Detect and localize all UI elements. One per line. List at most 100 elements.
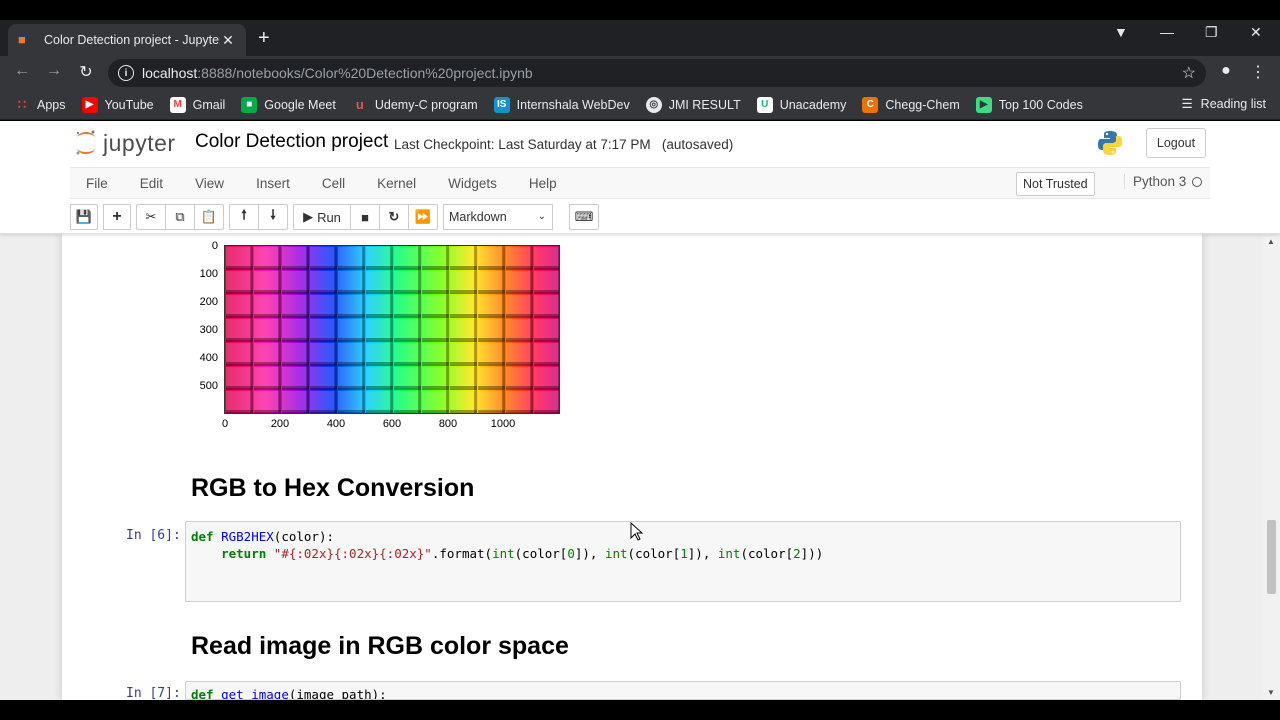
jupyter-page: jupyter Color Detection project Last Che…	[0, 121, 1280, 700]
menu-help[interactable]: Help	[513, 176, 573, 191]
code-cell-input[interactable]: def RGB2HEX(color): return "#{:02x}{:02x…	[185, 521, 1181, 602]
x-tick-label: 0	[221, 418, 229, 430]
move-down-icon[interactable]: 🠗	[258, 204, 288, 230]
top-codes-icon: ▶	[975, 96, 992, 113]
reading-list-button[interactable]: ☰ Reading list	[1181, 96, 1266, 112]
cut-icon[interactable]: ✂	[136, 204, 166, 230]
profile-icon[interactable]: ●	[1216, 62, 1236, 80]
youtube-icon: ▶	[81, 96, 98, 113]
x-tick-label: 800	[438, 418, 458, 430]
bookmark-youtube[interactable]: ▶ YouTube	[81, 96, 154, 113]
y-tick-label: 200	[199, 296, 218, 308]
tab-title: Color Detection project - Jupyter	[44, 33, 220, 47]
output-image	[224, 245, 560, 414]
scrollbar-thumb[interactable]	[1267, 520, 1276, 594]
bookmark-top-codes[interactable]: ▶ Top 100 Codes	[975, 96, 1083, 113]
fast-forward-icon[interactable]: ⏩	[408, 204, 438, 230]
y-tick-label: 400	[199, 352, 218, 364]
page-scrollbar[interactable]: ▲ ▼	[1263, 234, 1280, 700]
restart-icon[interactable]: ↻	[379, 204, 409, 230]
jupyter-logo-icon	[76, 130, 95, 155]
bookmarks-bar: ∷ Apps ▶ YouTube M Gmail ■ Google Meet u Udem…	[0, 90, 1280, 120]
x-tick-label: 1000	[490, 418, 516, 430]
restore-icon[interactable]: ❐	[1205, 24, 1218, 41]
run-button[interactable]: ▶ Run	[293, 204, 351, 230]
window-titlebar	[0, 0, 1280, 20]
jupyter-wordmark: jupyter	[103, 129, 176, 156]
close-window-icon[interactable]: ✕	[1250, 24, 1262, 41]
minimize-icon[interactable]: —	[1160, 24, 1174, 40]
internshala-icon: IS	[493, 96, 510, 113]
x-tick-label: 200	[270, 418, 290, 430]
close-tab-icon[interactable]: ✕	[220, 32, 236, 49]
scroll-down-icon[interactable]: ▼	[1267, 688, 1275, 697]
x-tick-label: 600	[382, 418, 402, 430]
forward-icon[interactable]: →	[44, 62, 64, 80]
play-icon: ▶	[303, 209, 314, 224]
stop-icon[interactable]: ■	[350, 204, 380, 230]
reload-icon[interactable]: ↻	[76, 62, 96, 82]
jupyter-header: jupyter Color Detection project Last Che…	[0, 121, 1280, 234]
paste-icon[interactable]: 📋	[194, 204, 224, 230]
tab-strip: ■ Color Detection project - Jupyter ✕	[0, 20, 1280, 56]
markdown-heading[interactable]: Read image in RGB color space	[191, 632, 569, 661]
browser-menu-icon[interactable]: ⋮	[1248, 62, 1268, 82]
x-tick-label: 400	[326, 418, 346, 430]
menu-edit[interactable]: Edit	[124, 176, 179, 191]
mouse-cursor-icon	[630, 522, 644, 541]
notebook-toolbar: 💾 + ✂ ⧉ 📋 🠕 🠗 ▶ Run ■ ↻ ⏩ Markdown ⌄ ⌨	[70, 203, 604, 231]
menu-widgets[interactable]: Widgets	[432, 176, 513, 191]
menu-view[interactable]: View	[179, 176, 240, 191]
kernel-indicator: Python 3	[1124, 174, 1203, 189]
cell-prompt: In [7]:	[126, 686, 181, 701]
bookmark-internshala[interactable]: IS Internshala WebDev	[493, 96, 630, 113]
reading-list-icon: ☰	[1181, 97, 1193, 111]
bookmark-gmail[interactable]: M Gmail	[169, 96, 225, 113]
insert-cell-icon[interactable]: +	[103, 204, 131, 230]
back-icon[interactable]: ←	[12, 62, 32, 80]
trust-status-button[interactable]: Not Trusted	[1016, 172, 1095, 196]
jupyter-favicon-icon: ■	[18, 32, 26, 47]
move-up-icon[interactable]: 🠕	[229, 204, 259, 230]
bookmark-udemy[interactable]: u Udemy-C program	[352, 97, 478, 113]
menu-kernel[interactable]: Kernel	[361, 176, 432, 191]
y-tick-label: 100	[199, 268, 218, 280]
keyboard-shortcuts-icon[interactable]: ⌨	[569, 204, 599, 230]
window-bottom-bar	[0, 700, 1280, 720]
menu-insert[interactable]: Insert	[240, 176, 306, 191]
chevron-down-icon: ⌄	[537, 211, 546, 222]
bookmark-apps[interactable]: ∷ Apps	[14, 97, 66, 113]
code-cell-input[interactable]: def get_image(image_path):	[185, 681, 1181, 700]
unacademy-icon: U	[756, 96, 773, 113]
gmail-icon: M	[169, 96, 186, 113]
markdown-heading[interactable]: RGB to Hex Conversion	[191, 474, 474, 503]
site-info-icon[interactable]: i	[118, 65, 134, 81]
bookmark-google-meet[interactable]: ■ Google Meet	[241, 96, 336, 113]
apps-grid-icon: ∷	[17, 96, 27, 112]
bookmark-jmi-result[interactable]: ◎ JMI RESULT	[645, 96, 741, 113]
logout-button[interactable]: Logout	[1146, 128, 1206, 158]
address-bar[interactable]: i localhost:8888/notebooks/Color%20Detec…	[108, 59, 1206, 87]
browser-tab-active[interactable]: ■ Color Detection project - Jupyter ✕	[8, 24, 246, 56]
y-tick-label: 300	[199, 324, 218, 336]
menu-file[interactable]: File	[70, 176, 124, 191]
bookmark-unacademy[interactable]: U Unacademy	[756, 96, 846, 113]
cell-type-select[interactable]: Markdown ⌄	[443, 204, 553, 230]
copy-icon[interactable]: ⧉	[165, 204, 195, 230]
url-path: :8888/notebooks/Color%20Detection%20proj…	[197, 65, 533, 81]
url-host: localhost	[142, 65, 198, 81]
google-meet-icon: ■	[241, 96, 258, 113]
python-logo-icon	[1098, 131, 1122, 155]
bookmark-chegg[interactable]: C Chegg-Chem	[862, 96, 960, 113]
new-tab-button[interactable]: +	[258, 27, 270, 50]
checkpoint-status: Last Checkpoint: Last Saturday at 7:17 P…	[394, 137, 734, 152]
menu-cell[interactable]: Cell	[306, 176, 361, 191]
save-icon[interactable]: 💾	[70, 204, 98, 230]
notebook-name[interactable]: Color Detection project	[195, 131, 388, 153]
tab-search-icon[interactable]: ▼	[1114, 24, 1128, 40]
y-tick-label: 500	[199, 380, 218, 392]
jupyter-logo[interactable]: jupyter	[75, 129, 176, 157]
rainbow-cubes-image	[225, 246, 559, 413]
scroll-up-icon[interactable]: ▲	[1267, 237, 1275, 246]
bookmark-star-icon[interactable]: ☆	[1182, 63, 1196, 83]
